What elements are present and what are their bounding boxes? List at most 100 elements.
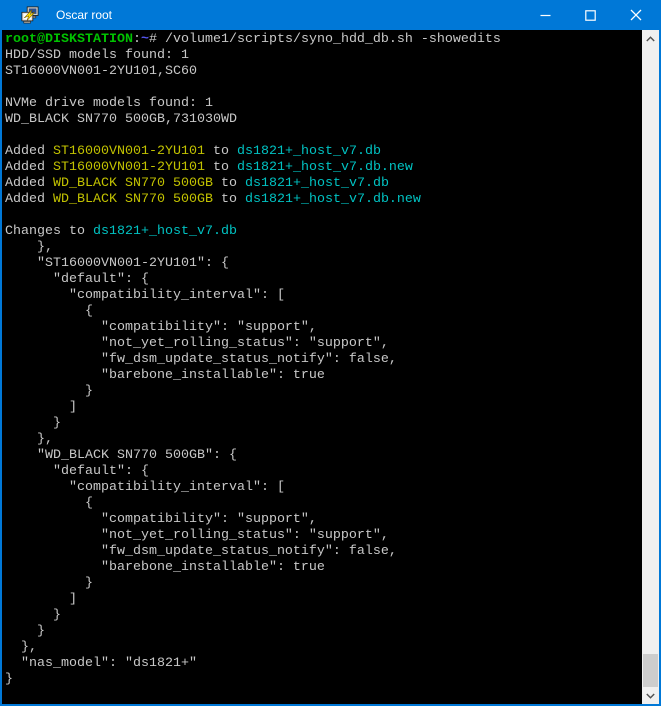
window-controls xyxy=(523,0,658,30)
terminal-text-segment: ds1821+_host_v7.db xyxy=(237,144,381,159)
terminal-line: } xyxy=(5,416,642,432)
terminal-output[interactable]: root@DISKSTATION:~# /volume1/scripts/syn… xyxy=(2,30,642,704)
terminal-line: root@DISKSTATION:~# /volume1/scripts/syn… xyxy=(5,32,642,48)
terminal-line: "barebone_installable": true xyxy=(5,368,642,384)
terminal-text-segment: WD_BLACK SN770 500GB,731030WD xyxy=(5,112,237,127)
terminal-line: }, xyxy=(5,640,642,656)
terminal-line: } xyxy=(5,384,642,400)
terminal-text-segment: } xyxy=(5,416,61,431)
terminal-line: Changes to ds1821+_host_v7.db xyxy=(5,224,642,240)
terminal-text-segment: ] xyxy=(5,400,77,415)
terminal-line: "not_yet_rolling_status": "support", xyxy=(5,336,642,352)
terminal-text-segment: } xyxy=(5,608,61,623)
terminal-text-segment: "compatibility_interval": [ xyxy=(5,480,285,495)
terminal-text-segment: ~ xyxy=(141,32,149,47)
terminal-line: ST16000VN001-2YU101,SC60 xyxy=(5,64,642,80)
terminal-line: } xyxy=(5,672,642,688)
terminal-line xyxy=(5,80,642,96)
terminal-text-segment: ST16000VN001-2YU101 xyxy=(53,144,205,159)
terminal-text-segment: }, xyxy=(5,640,37,655)
terminal-line: "compatibility": "support", xyxy=(5,320,642,336)
scrollbar-thumb[interactable] xyxy=(643,654,658,687)
terminal-text-segment: }, xyxy=(5,432,53,447)
terminal-text-segment: "fw_dsm_update_status_notify": false, xyxy=(5,352,397,367)
terminal-text-segment: { xyxy=(5,304,93,319)
terminal-line: "ST16000VN001-2YU101": { xyxy=(5,256,642,272)
terminal-line: ] xyxy=(5,400,642,416)
terminal-text-segment: Added xyxy=(5,144,53,159)
terminal-line: } xyxy=(5,624,642,640)
terminal-text-segment: }, xyxy=(5,240,53,255)
terminal-text-segment: "nas_model": "ds1821+" xyxy=(5,656,197,671)
putty-app-icon[interactable] xyxy=(21,6,39,24)
terminal-line: "default": { xyxy=(5,464,642,480)
maximize-icon xyxy=(585,10,596,21)
scrollbar-track[interactable] xyxy=(642,47,659,687)
terminal-text-segment: "compatibility": "support", xyxy=(5,320,317,335)
terminal-line: { xyxy=(5,304,642,320)
close-button[interactable] xyxy=(613,0,658,30)
terminal-text-segment: ds1821+_host_v7.db.new xyxy=(245,192,421,207)
terminal-line: "default": { xyxy=(5,272,642,288)
terminal-line: }, xyxy=(5,432,642,448)
terminal-text-segment: to xyxy=(205,144,237,159)
terminal-line: }, xyxy=(5,240,642,256)
terminal-text-segment: } xyxy=(5,576,93,591)
terminal-text-segment: ST16000VN001-2YU101 xyxy=(53,160,205,175)
terminal-text-segment: { xyxy=(5,496,93,511)
terminal-text-segment: "default": { xyxy=(5,464,149,479)
terminal-line: } xyxy=(5,608,642,624)
terminal-text-segment: "WD_BLACK SN770 500GB": { xyxy=(5,448,237,463)
chevron-up-icon xyxy=(646,36,655,42)
terminal-text-segment: WD_BLACK SN770 500GB xyxy=(53,192,213,207)
close-icon xyxy=(630,9,642,21)
terminal-line: Added WD_BLACK SN770 500GB to ds1821+_ho… xyxy=(5,192,642,208)
window-title: Oscar root xyxy=(56,8,523,22)
terminal-text-segment: ST16000VN001-2YU101,SC60 xyxy=(5,64,197,79)
terminal-text-segment: "not_yet_rolling_status": "support", xyxy=(5,336,389,351)
terminal-text-segment: NVMe drive models found: 1 xyxy=(5,96,213,111)
maximize-button[interactable] xyxy=(568,0,613,30)
terminal-text-segment: } xyxy=(5,384,93,399)
terminal-text-segment: "barebone_installable": true xyxy=(5,560,325,575)
terminal-line: "WD_BLACK SN770 500GB": { xyxy=(5,448,642,464)
terminal-line: ] xyxy=(5,592,642,608)
terminal-text-segment: "fw_dsm_update_status_notify": false, xyxy=(5,544,397,559)
terminal-text-segment: # /volume1/scripts/syno_hdd_db.sh -showe… xyxy=(149,32,501,47)
scrollbar[interactable] xyxy=(642,30,659,704)
terminal-text-segment: Changes to xyxy=(5,224,93,239)
terminal-text-segment: "default": { xyxy=(5,272,149,287)
terminal-text-segment: Added xyxy=(5,192,53,207)
terminal-text-segment: WD_BLACK SN770 500GB xyxy=(53,176,213,191)
terminal-line: "nas_model": "ds1821+" xyxy=(5,656,642,672)
terminal-text-segment: "compatibility": "support", xyxy=(5,512,317,527)
terminal-text-segment: } xyxy=(5,672,13,687)
putty-window: Oscar root root@DISKSTATION:~# /volume1/… xyxy=(0,0,661,706)
terminal-line: "compatibility_interval": [ xyxy=(5,480,642,496)
chevron-down-icon xyxy=(646,693,655,699)
terminal-text-segment: ds1821+_host_v7.db xyxy=(93,224,237,239)
terminal-line: "fw_dsm_update_status_notify": false, xyxy=(5,544,642,560)
terminal-line: } xyxy=(5,576,642,592)
terminal-text-segment: } xyxy=(5,624,45,639)
terminal-text-segment: ds1821+_host_v7.db.new xyxy=(237,160,413,175)
terminal-text-segment: "not_yet_rolling_status": "support", xyxy=(5,528,389,543)
terminal-text-segment: HDD/SSD models found: 1 xyxy=(5,48,189,63)
terminal-line: "compatibility": "support", xyxy=(5,512,642,528)
terminal-text-segment: ds1821+_host_v7.db xyxy=(245,176,389,191)
terminal-line: HDD/SSD models found: 1 xyxy=(5,48,642,64)
terminal-text-segment: : xyxy=(133,32,141,47)
scroll-down-button[interactable] xyxy=(642,687,659,704)
minimize-icon xyxy=(540,10,551,21)
scroll-up-button[interactable] xyxy=(642,30,659,47)
terminal-line: Added ST16000VN001-2YU101 to ds1821+_hos… xyxy=(5,160,642,176)
terminal-line: "fw_dsm_update_status_notify": false, xyxy=(5,352,642,368)
terminal-text-segment: to xyxy=(205,160,237,175)
terminal-text-segment: to xyxy=(213,176,245,191)
terminal-line: "compatibility_interval": [ xyxy=(5,288,642,304)
window-body: root@DISKSTATION:~# /volume1/scripts/syn… xyxy=(0,30,661,706)
minimize-button[interactable] xyxy=(523,0,568,30)
titlebar[interactable]: Oscar root xyxy=(0,0,661,30)
terminal-line: WD_BLACK SN770 500GB,731030WD xyxy=(5,112,642,128)
terminal-line: { xyxy=(5,496,642,512)
